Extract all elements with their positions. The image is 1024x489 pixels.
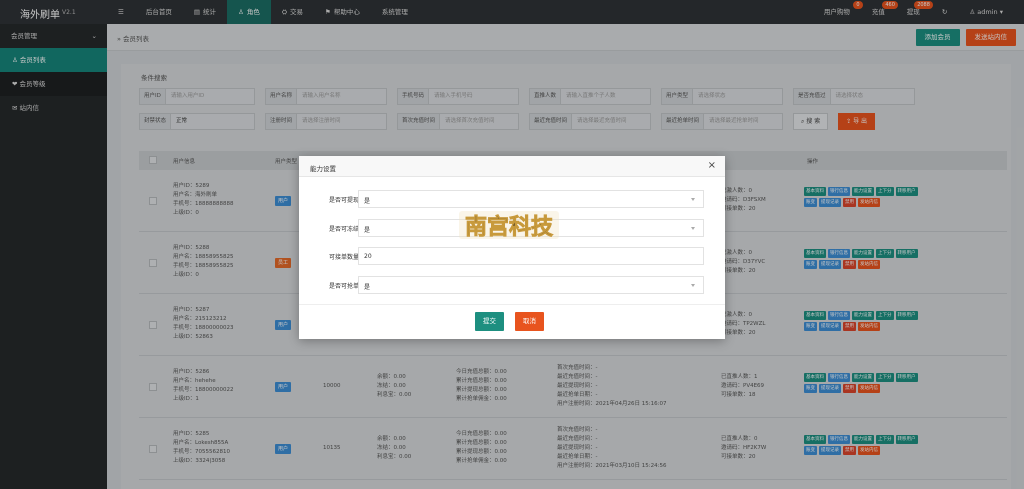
close-icon[interactable]: ×	[708, 160, 716, 171]
chevron-down-icon	[691, 198, 695, 201]
order-limit-input[interactable]: 20	[358, 247, 704, 265]
dialog-footer: 提交 取消	[299, 304, 725, 339]
dialog-title: 能力设置	[310, 165, 336, 173]
grab-allowed-select[interactable]: 是	[358, 276, 704, 294]
grab-allowed-row: 是否可抢单* 是	[299, 276, 725, 294]
order-limit-row: 可接单数量* 20	[299, 247, 725, 265]
submit-button[interactable]: 提交	[475, 312, 504, 331]
ability-settings-dialog: 能力设置 × 是否可提现* 是 是否可冻结* 是 可接单数量* 20 是否可抢单…	[299, 156, 725, 339]
watermark-logo: 南宫科技	[459, 211, 559, 240]
chevron-down-icon	[691, 284, 695, 287]
svg-text:南宫科技: 南宫科技	[465, 214, 554, 240]
dialog-header: 能力设置 ×	[299, 156, 725, 177]
chevron-down-icon	[691, 227, 695, 230]
cancel-button[interactable]: 取消	[515, 312, 544, 331]
